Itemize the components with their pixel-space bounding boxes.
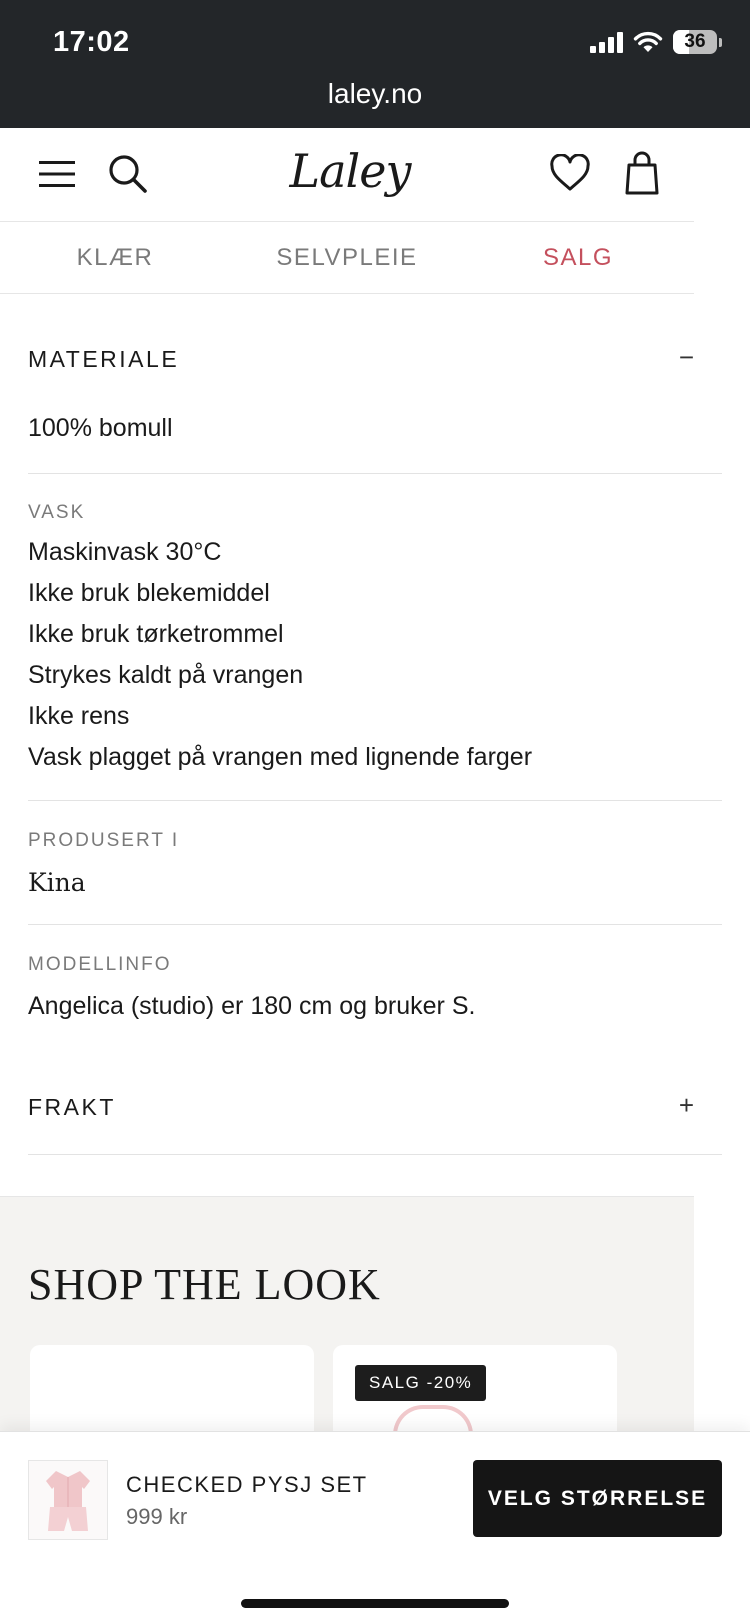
battery-level: 36: [684, 31, 706, 52]
sticky-product-bar: CHECKED PYSJ SET 999 kr VELG STØRRELSE: [0, 1431, 750, 1624]
search-icon: [109, 155, 147, 193]
list-item: Ikke rens: [28, 702, 130, 730]
list-item: Strykes kaldt på vrangen: [28, 661, 304, 689]
wishlist-button[interactable]: [546, 148, 594, 198]
menu-button[interactable]: [36, 152, 80, 196]
material-text: 100% bomull: [28, 414, 173, 442]
shop-the-look-title: SHOP THE LOOK: [28, 1260, 381, 1309]
divider: [28, 1154, 722, 1155]
model-info-label: MODELLINFO: [28, 954, 172, 975]
divider: [28, 924, 722, 925]
collapse-icon[interactable]: −: [679, 342, 694, 373]
product-name: CHECKED PYSJ SET: [126, 1472, 368, 1497]
expand-icon[interactable]: +: [679, 1090, 694, 1121]
pajama-image-icon: [46, 1471, 90, 1531]
search-button[interactable]: [106, 148, 150, 200]
product-price: 999 kr: [126, 1504, 188, 1529]
list-item: Ikke bruk blekemiddel: [28, 579, 270, 607]
status-time: 17:02: [53, 26, 130, 58]
sale-badge: SALG -20%: [355, 1365, 487, 1401]
list-item: Vask plagget på vrangen med lignende far…: [28, 743, 533, 771]
wifi-icon: [633, 31, 663, 52]
site-logo[interactable]: Laley: [270, 136, 430, 206]
wash-instructions: Maskinvask 30°C Ikke bruk blekemiddel Ik…: [28, 532, 532, 778]
nav-item-salg[interactable]: SALG: [478, 222, 678, 294]
origin-label: PRODUSERT I: [28, 830, 180, 851]
select-size-button[interactable]: VELG STØRRELSE: [473, 1460, 722, 1537]
cellular-signal-icon: [590, 31, 623, 53]
browser-status-bar: 17:02 36 laley.no: [0, 0, 750, 128]
list-item: Ikke bruk tørketrommel: [28, 620, 284, 648]
url-bar[interactable]: laley.no: [0, 78, 750, 110]
shopping-bag-icon: [625, 151, 659, 195]
list-item: Maskinvask 30°C: [28, 538, 222, 566]
divider: [28, 800, 722, 801]
category-nav: KLÆR SELVPLEIE SALG: [0, 222, 694, 294]
material-section-title[interactable]: MATERIALE: [28, 346, 179, 373]
cart-button[interactable]: [620, 146, 664, 200]
product-thumbnail: [28, 1460, 108, 1540]
shipping-section-title[interactable]: FRAKT: [28, 1094, 116, 1121]
heart-icon: [550, 154, 590, 191]
battery-icon: 36: [673, 30, 717, 54]
battery-tip: [719, 37, 722, 47]
hamburger-menu-icon: [39, 161, 75, 187]
status-icons: 36: [590, 30, 722, 54]
model-info-text: Angelica (studio) er 180 cm og bruker S.: [28, 992, 476, 1020]
wash-label: VASK: [28, 502, 86, 523]
shop-the-look-section: SHOP THE LOOK SALG -20%: [0, 1196, 694, 1465]
home-indicator: [241, 1599, 509, 1608]
site-header: Laley: [0, 128, 694, 222]
nav-item-klaer[interactable]: KLÆR: [15, 222, 215, 294]
divider: [28, 473, 722, 474]
nav-item-selvpleie[interactable]: SELVPLEIE: [247, 222, 447, 294]
origin-value: Kina: [28, 868, 86, 897]
